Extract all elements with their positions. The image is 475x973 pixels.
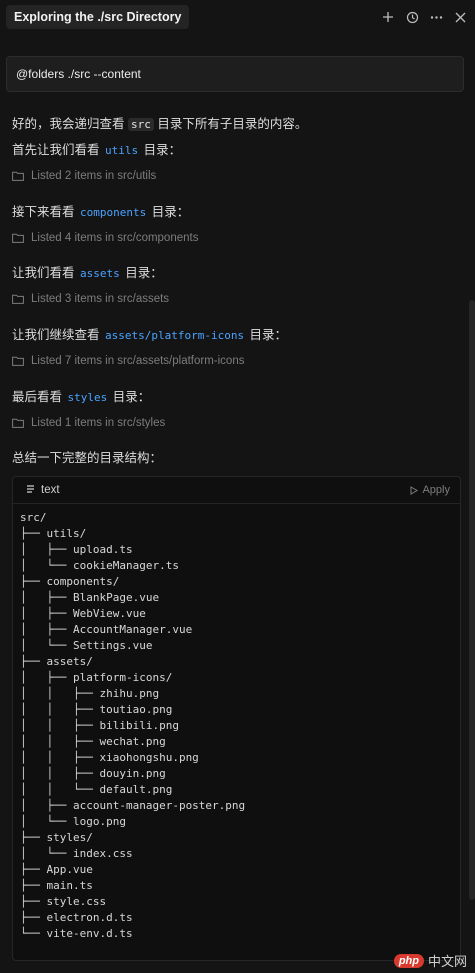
code-line: ├── electron.d.ts — [20, 911, 133, 924]
code-line: │ └── logo.png — [20, 815, 126, 828]
header-actions — [381, 7, 467, 27]
code-line: ├── components/ — [20, 575, 120, 588]
code-line: └── vite-env.d.ts — [20, 927, 133, 940]
code-line: │ ├── BlankPage.vue — [20, 591, 160, 604]
code-line: │ ├── AccountManager.vue — [20, 623, 193, 636]
code-line: │ │ ├── bilibili.png — [20, 719, 179, 732]
folder-icon — [12, 418, 24, 428]
step-message: 最后看看 styles 目录： — [12, 386, 150, 405]
step-message: 首先让我们看看 utils 目录： — [12, 139, 181, 158]
code-line: │ │ ├── douyin.png — [20, 767, 166, 780]
close-icon[interactable] — [453, 10, 467, 24]
code-line: │ ├── WebView.vue — [20, 607, 146, 620]
step-text-before: 首先让我们看看 — [12, 143, 103, 157]
code-line: ├── main.ts — [20, 879, 93, 892]
step-message: 让我们看看 assets 目录： — [12, 262, 163, 281]
code-line: ├── App.vue — [20, 863, 93, 876]
code-block-content: src/ ├── utils/ │ ├── upload.ts │ └── cooki… — [20, 510, 245, 942]
code-language: text — [26, 477, 60, 503]
scrollbar[interactable] — [469, 300, 475, 900]
step-code: utils — [104, 144, 139, 157]
apply-button[interactable]: Apply — [410, 477, 450, 503]
code-line: │ └── index.css — [20, 847, 133, 860]
intro-text-after: 目录下所有子目录的内容。 — [153, 117, 308, 131]
code-line: src/ — [20, 511, 47, 524]
assistant-intro: 好的，我会递归查看 src 目录下所有子目录的内容。 — [12, 113, 307, 132]
listed-tool-result[interactable]: Listed 7 items in src/assets/platform-ic… — [12, 355, 244, 367]
code-line: ├── style.css — [20, 895, 107, 908]
step-text-after: 目录： — [148, 205, 190, 219]
listed-text: Listed 1 items in src/styles — [31, 417, 166, 429]
code-line: │ └── Settings.vue — [20, 639, 153, 652]
code-block-header: text Apply — [13, 477, 460, 504]
code-line: │ │ ├── wechat.png — [20, 735, 166, 748]
code-line: │ │ ├── xiaohongshu.png — [20, 751, 199, 764]
code-line: │ │ ├── toutiao.png — [20, 703, 173, 716]
step-code: styles — [67, 391, 108, 404]
listed-tool-result[interactable]: Listed 3 items in src/assets — [12, 293, 169, 305]
step-text-after: 目录： — [121, 266, 163, 280]
step-code: components — [79, 206, 147, 219]
step-text-after: 目录： — [140, 143, 182, 157]
code-line: │ ├── account-manager-poster.png — [20, 799, 246, 812]
code-line: ├── utils/ — [20, 527, 87, 540]
step-text-after: 目录： — [109, 390, 151, 404]
chat-title-tab[interactable]: Exploring the ./src Directory — [6, 5, 190, 29]
step-code: assets — [79, 267, 120, 280]
code-line: │ ├── platform-icons/ — [20, 671, 173, 684]
listed-tool-result[interactable]: Listed 4 items in src/components — [12, 232, 198, 244]
code-language-label: text — [41, 484, 60, 496]
folder-icon — [12, 233, 24, 243]
code-line: │ │ ├── zhihu.png — [20, 687, 160, 700]
listed-text: Listed 3 items in src/assets — [31, 293, 170, 305]
more-icon[interactable] — [429, 10, 443, 24]
listed-text: Listed 2 items in src/utils — [31, 170, 157, 182]
folder-icon — [12, 171, 24, 181]
code-line: ├── assets/ — [20, 655, 93, 668]
step-message: 接下来看看 components 目录： — [12, 201, 189, 220]
code-line: │ │ └── default.png — [20, 783, 173, 796]
play-icon — [410, 485, 419, 495]
folder-icon — [12, 356, 24, 366]
code-line: │ ├── upload.ts — [20, 543, 133, 556]
watermark-logo: php — [393, 953, 424, 968]
user-prompt[interactable]: @folders ./src --content — [6, 56, 464, 92]
code-block: text Apply src/ ├── utils/ │ ├── upload.ts… — [12, 476, 461, 961]
watermark-text: 中文网 — [427, 954, 467, 969]
step-text-after: 目录： — [246, 328, 288, 342]
step-message: 让我们继续查看 assets/platform-icons 目录： — [12, 324, 287, 343]
step-text-before: 接下来看看 — [12, 205, 78, 219]
intro-code: src — [127, 118, 154, 131]
listed-tool-result[interactable]: Listed 1 items in src/styles — [12, 417, 165, 429]
file-text-icon — [27, 485, 34, 493]
apply-label: Apply — [422, 484, 450, 496]
plus-icon[interactable] — [381, 10, 395, 24]
step-text-before: 最后看看 — [12, 390, 66, 404]
history-icon[interactable] — [405, 10, 419, 24]
listed-text: Listed 4 items in src/components — [31, 232, 199, 244]
summary-text: 总结一下完整的目录结构： — [12, 451, 163, 465]
code-line: │ └── cookieManager.ts — [20, 559, 179, 572]
code-line: ├── styles/ — [20, 831, 93, 844]
step-code: assets/platform-icons — [104, 329, 245, 342]
watermark: php 中文网 — [393, 951, 467, 970]
step-text-before: 让我们看看 — [12, 266, 78, 280]
listed-tool-result[interactable]: Listed 2 items in src/utils — [12, 170, 156, 182]
intro-text-before: 好的，我会递归查看 — [12, 117, 128, 131]
step-text-before: 让我们继续查看 — [12, 328, 103, 342]
folder-icon — [12, 294, 24, 304]
chat-header: Exploring the ./src Directory — [0, 0, 475, 36]
listed-text: Listed 7 items in src/assets/platform-ic… — [31, 355, 245, 367]
